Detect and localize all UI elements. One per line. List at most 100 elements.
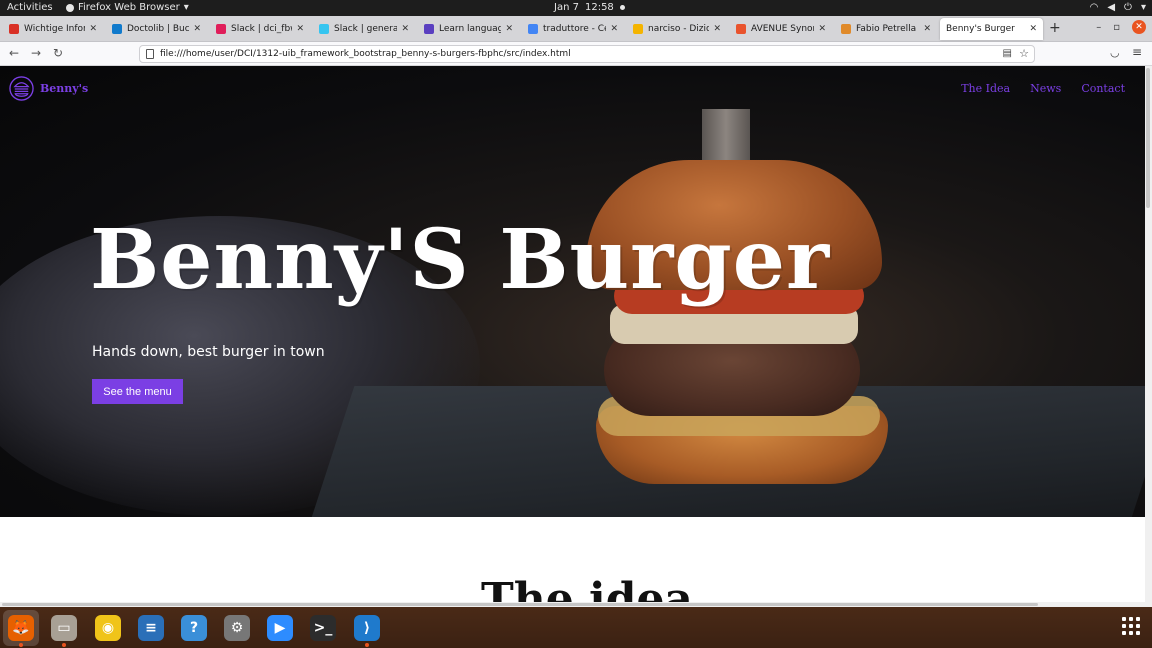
show-applications-icon[interactable] <box>1122 617 1140 635</box>
tab-close-icon[interactable]: ✕ <box>610 24 618 34</box>
browser-tab[interactable]: Learn languages✕ <box>418 18 519 40</box>
scrollbar-thumb[interactable] <box>2 603 1038 606</box>
zoom-icon: ▶ <box>267 615 293 641</box>
tab-favicon-icon <box>736 24 746 34</box>
browser-tab[interactable]: AVENUE Synonym ✕ <box>730 18 832 40</box>
vertical-scrollbar[interactable] <box>1145 66 1152 607</box>
nav-link-contact[interactable]: Contact <box>1081 82 1125 95</box>
terminal-icon: >_ <box>310 615 336 641</box>
rhythmbox-dock-item[interactable]: ◉ <box>90 610 126 646</box>
tab-close-icon[interactable]: ✕ <box>89 24 97 34</box>
tab-title: Doctolib | Bucher <box>127 24 190 34</box>
zoom-dock-item[interactable]: ▶ <box>262 610 298 646</box>
page-icon <box>146 49 154 59</box>
chevron-down-icon: ▾ <box>183 2 189 13</box>
bookmark-star-icon[interactable]: ☆ <box>1019 47 1029 60</box>
tab-close-icon[interactable]: ✕ <box>193 24 201 34</box>
new-tab-button[interactable]: + <box>1049 20 1061 36</box>
tab-strip: Wichtige Informa✕Doctolib | Bucher✕Slack… <box>0 16 1152 42</box>
browser-tab[interactable]: traduttore - Cerca ✕ <box>522 18 624 40</box>
tab-title: Learn languages <box>439 24 502 34</box>
navigation-toolbar: ← → ↻ file:///home/user/DCI/1312-uib_fra… <box>0 42 1152 66</box>
browser-tab[interactable]: Doctolib | Bucher✕ <box>106 18 207 40</box>
clock-time: 12:58 <box>584 2 614 13</box>
terminal-dock-item[interactable]: >_ <box>305 610 341 646</box>
volume-icon: ◀ <box>1107 2 1116 13</box>
url-bar[interactable]: file:///home/user/DCI/1312-uib_framework… <box>139 45 1035 63</box>
page-viewport: Benny's The Idea News Contact Benny'S Bu… <box>0 66 1152 607</box>
url-text[interactable]: file:///home/user/DCI/1312-uib_framework… <box>160 49 571 59</box>
system-status-area[interactable]: ◠ ◀ ⏻ ▾ <box>1090 2 1146 13</box>
tab-title: AVENUE Synonym <box>751 24 814 34</box>
reload-icon[interactable]: ↻ <box>53 46 63 60</box>
files-dock-item[interactable]: ▭ <box>46 610 82 647</box>
browser-tab[interactable]: Fabio Petrella | C ✕ <box>835 18 937 40</box>
app-menu[interactable]: Firefox Web Browser ▾ <box>66 2 189 13</box>
tab-favicon-icon <box>112 24 122 34</box>
tab-title: Wichtige Informa <box>24 24 86 34</box>
libreoffice-writer-icon: ≡ <box>138 615 164 641</box>
firefox-icon: 🦊 <box>8 615 34 641</box>
site-navbar: Benny's The Idea News Contact <box>0 66 1145 112</box>
browser-tab[interactable]: Slack | dci_fbw_w ✕ <box>210 18 310 40</box>
vscode-icon: ⟩ <box>354 615 380 641</box>
rhythmbox-icon: ◉ <box>95 615 121 641</box>
close-window-icon[interactable]: ✕ <box>1132 20 1146 34</box>
activities-button[interactable]: Activities <box>7 2 53 13</box>
tab-favicon-icon <box>319 24 329 34</box>
tab-favicon-icon <box>9 24 19 34</box>
clock[interactable]: Jan 7 12:58 <box>554 2 625 13</box>
tab-close-icon[interactable]: ✕ <box>713 24 721 34</box>
tab-title: Benny's Burger <box>946 24 1015 34</box>
tab-favicon-icon <box>528 24 538 34</box>
wifi-icon: ◠ <box>1089 2 1099 13</box>
tab-favicon-icon <box>633 24 643 34</box>
pocket-icon[interactable]: ◡ <box>1110 46 1120 59</box>
tab-close-icon[interactable]: ✕ <box>401 24 409 34</box>
firefox-icon <box>66 3 74 12</box>
brand-name: Benny's <box>40 82 89 95</box>
vscode-dock-item[interactable]: ⟩ <box>349 610 385 647</box>
running-indicator <box>62 643 66 647</box>
site-brand[interactable]: Benny's <box>9 76 88 101</box>
tab-close-icon[interactable]: ✕ <box>296 24 304 34</box>
tab-close-icon[interactable]: ✕ <box>505 24 513 34</box>
site-nav-links: The Idea News Contact <box>961 82 1125 95</box>
back-arrow-icon[interactable]: ← <box>9 46 19 60</box>
clock-date: Jan 7 <box>554 2 579 13</box>
tab-close-icon[interactable]: ✕ <box>923 24 931 34</box>
tab-close-icon[interactable]: ✕ <box>818 24 826 34</box>
tab-favicon-icon <box>841 24 851 34</box>
scrollbar-thumb[interactable] <box>1146 68 1150 208</box>
forward-arrow-icon[interactable]: → <box>31 46 41 60</box>
tab-favicon-icon <box>216 24 226 34</box>
tab-title: Slack | dci_fbw_w <box>231 24 292 34</box>
hero-section: Benny's The Idea News Contact Benny'S Bu… <box>0 66 1145 517</box>
nav-link-the-idea[interactable]: The Idea <box>961 82 1010 95</box>
hamburger-menu-icon[interactable]: ≡ <box>1132 45 1142 59</box>
settings-dock-item[interactable]: ⚙ <box>219 610 255 646</box>
notification-dot-icon <box>619 5 625 10</box>
see-menu-button[interactable]: See the menu <box>92 379 183 404</box>
nav-link-news[interactable]: News <box>1030 82 1061 95</box>
help-dock-item[interactable]: ? <box>176 610 212 646</box>
minimize-icon[interactable]: – <box>1096 22 1101 33</box>
system-top-bar: Activities Firefox Web Browser ▾ Jan 7 1… <box>0 0 1152 16</box>
chevron-down-icon: ▾ <box>1140 2 1146 13</box>
firefox-dock-item[interactable]: 🦊 <box>3 610 39 647</box>
dock: 🦊 ▭ ◉ ≡? ⚙ ▶ >_ ⟩ <box>0 607 1152 648</box>
tab-title: narciso - Dizionar <box>648 24 710 34</box>
settings-icon: ⚙ <box>224 615 250 641</box>
browser-tab[interactable]: Slack | general | K✕ <box>313 18 415 40</box>
power-icon: ⏻ <box>1124 2 1132 13</box>
tab-title: Slack | general | K <box>334 24 398 34</box>
browser-tab[interactable]: narciso - Dizionar✕ <box>627 18 727 40</box>
help-icon: ? <box>181 615 207 641</box>
reader-view-icon[interactable]: ▤ <box>1003 48 1012 59</box>
tab-close-icon[interactable]: ✕ <box>1029 24 1037 34</box>
app-menu-label: Firefox Web Browser <box>78 2 180 13</box>
restore-icon[interactable]: ▫ <box>1113 22 1120 33</box>
libreoffice-writer-dock-item[interactable]: ≡ <box>133 610 169 646</box>
browser-tab[interactable]: Benny's Burger ✕ <box>940 18 1043 40</box>
browser-tab[interactable]: Wichtige Informa✕ <box>3 18 103 40</box>
